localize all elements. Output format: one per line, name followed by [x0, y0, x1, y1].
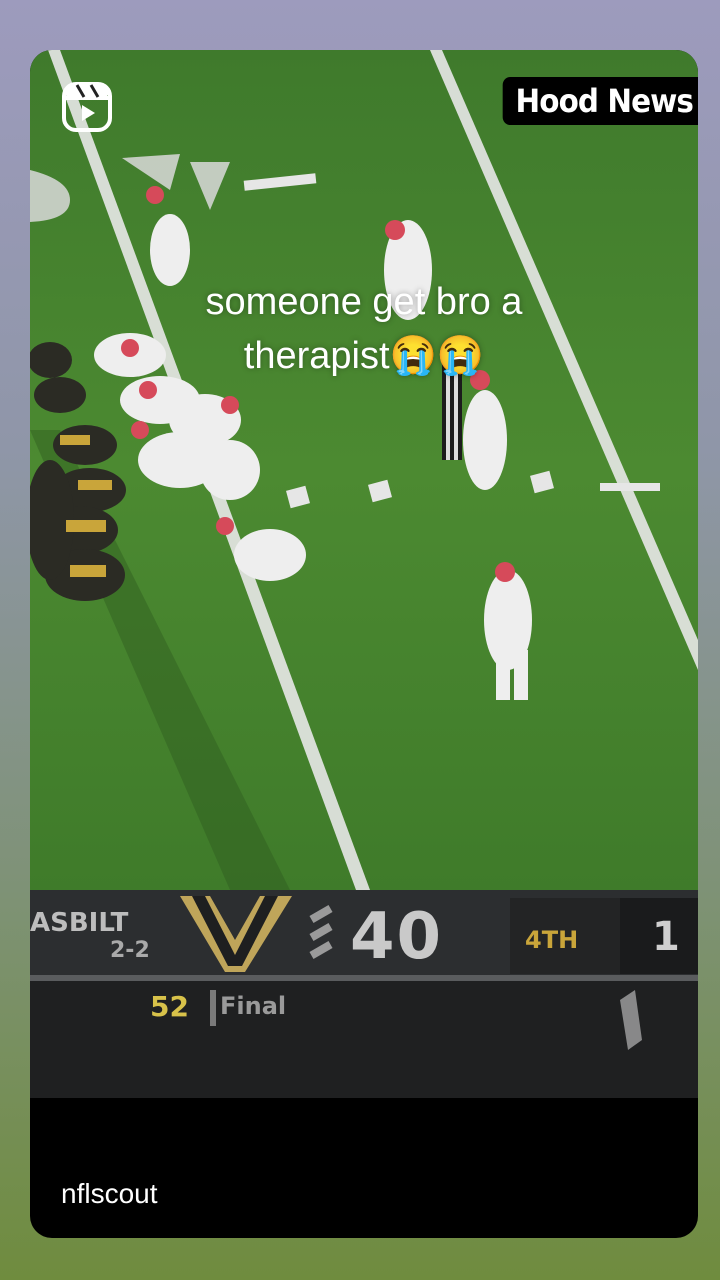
reels-icon[interactable] — [62, 82, 112, 132]
video-frame[interactable]: ASBILT 2-2 40 4TH 1 52 Final — [30, 50, 698, 1110]
watermark-label: Hood News — [502, 77, 698, 125]
scoreboard-score: 40 — [350, 900, 444, 974]
video-caption: someone get bro a therapist😭😭 — [30, 275, 698, 383]
author-handle[interactable]: nflscout — [61, 1178, 158, 1210]
scoreboard-quarter: 4TH — [525, 926, 579, 954]
scoreboard-clock: 52 — [150, 990, 189, 1023]
scoreboard-right-score: 1 — [652, 914, 680, 960]
caption-line-1: someone get bro a — [205, 281, 523, 323]
scoreboard-status: Final — [220, 992, 287, 1020]
scoreboard-team: ASBILT — [30, 908, 129, 938]
scoreboard-record: 2-2 — [110, 938, 150, 963]
caption-line-2: therapist😭😭 — [243, 335, 485, 377]
reel-card[interactable]: ASBILT 2-2 40 4TH 1 52 Final Hood News s… — [30, 50, 698, 1238]
